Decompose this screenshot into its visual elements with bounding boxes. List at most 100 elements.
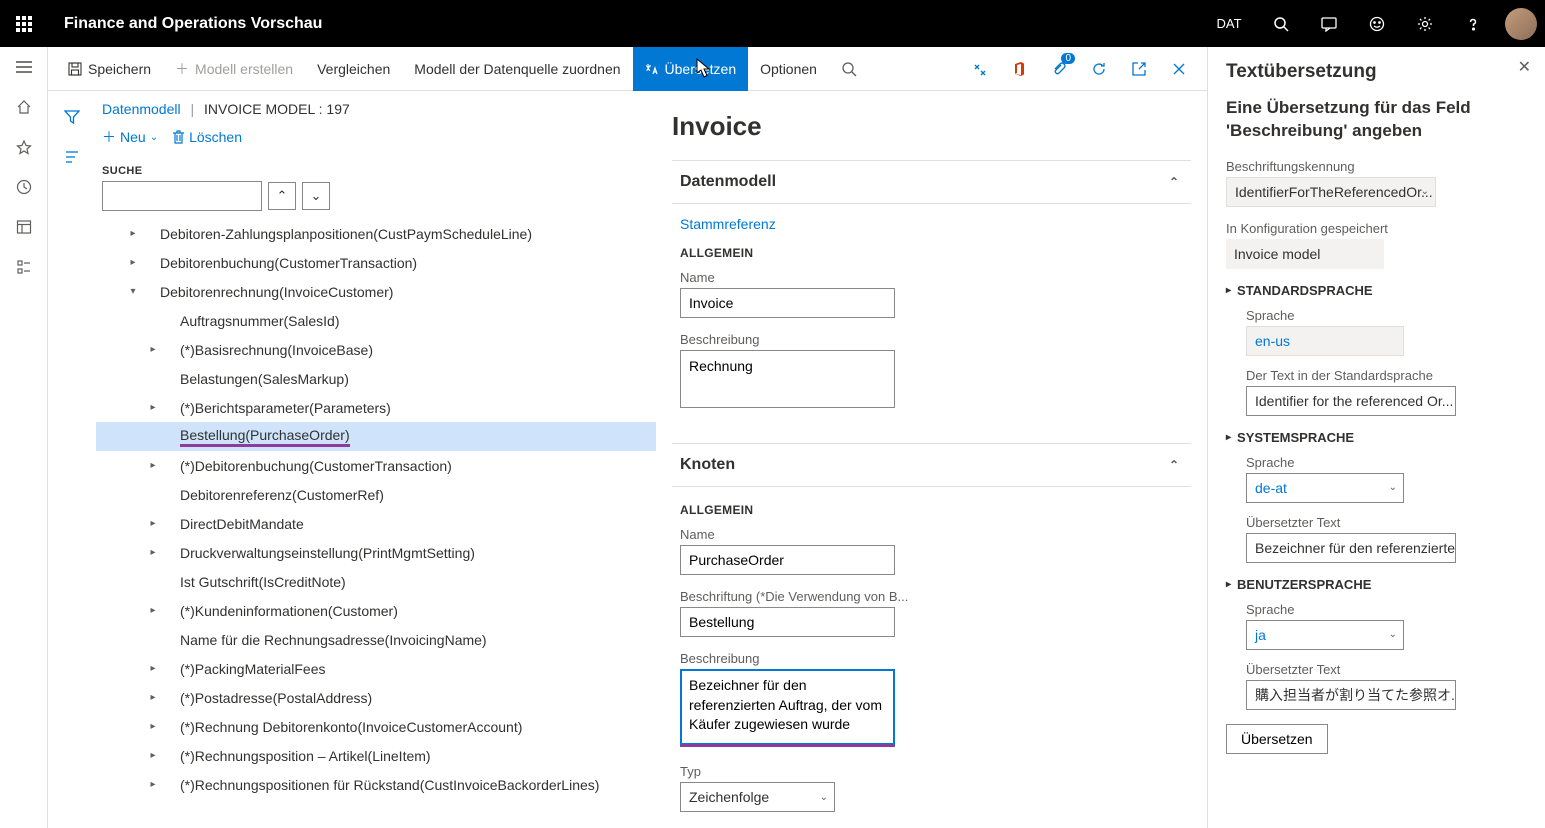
type-select[interactable]: Zeichenfolge⌄ <box>680 782 835 812</box>
trash-icon <box>172 130 185 144</box>
tree-node[interactable]: ▸(*)Basisrechnung(InvoiceBase) <box>96 335 656 364</box>
system-lang-select[interactable]: de-at⌄ <box>1246 473 1404 503</box>
model-create-label: Modell erstellen <box>195 61 293 77</box>
caption-input[interactable] <box>680 607 895 637</box>
section-datamodel-header[interactable]: Datenmodell ⌃ <box>672 160 1191 204</box>
filter-icon[interactable] <box>56 101 88 133</box>
tree-node[interactable]: ▸DirectDebitMandate <box>96 509 656 538</box>
tree-node[interactable]: ▸(*)Kundeninformationen(Customer) <box>96 596 656 625</box>
attachments-icon[interactable]: 0 <box>1039 47 1079 91</box>
tree-node[interactable]: ▸(*)Rechnungspositionen für Rückstand(Cu… <box>96 770 656 799</box>
messages-icon[interactable] <box>1305 0 1353 48</box>
tree-node[interactable]: ▸(*)Debitorenbuchung(CustomerTransaction… <box>96 451 656 480</box>
tree-node[interactable]: ▸(*)Berichtsparameter(Parameters) <box>96 393 656 422</box>
popout-icon[interactable] <box>1119 47 1159 91</box>
compare-button[interactable]: Vergleichen <box>305 47 402 91</box>
settings-icon[interactable] <box>1401 0 1449 48</box>
caret-icon: ▸ <box>146 344 160 355</box>
home-icon[interactable] <box>0 87 48 127</box>
tree-scroll[interactable]: ▸Debitoren-Zahlungsplanpositionen(CustPa… <box>96 219 656 828</box>
chevron-down-icon: ⌄ <box>1389 482 1397 493</box>
tree-node[interactable]: Ist Gutschrift(IsCreditNote) <box>96 567 656 596</box>
search-input[interactable] <box>102 181 262 211</box>
map-datasource-button[interactable]: Modell der Datenquelle zuordnen <box>402 47 632 91</box>
caret-icon: ▸ <box>146 692 160 703</box>
app-launcher[interactable] <box>0 0 48 48</box>
plus-icon: ＋ <box>102 127 116 147</box>
tree-node[interactable]: Belastungen(SalesMarkup) <box>96 364 656 393</box>
new-button[interactable]: ＋Neu⌄ <box>102 127 158 147</box>
refresh-icon[interactable] <box>1079 47 1119 91</box>
tree-node[interactable]: ▸Druckverwaltungseinstellung(PrintMgmtSe… <box>96 538 656 567</box>
tree-node-label: Name für die Rechnungsadresse(InvoicingN… <box>160 632 487 648</box>
search-label: SUCHE <box>96 151 656 181</box>
tree-node[interactable]: ▸(*)Rechnungsposition – Artikel(LineItem… <box>96 741 656 770</box>
workspaces-icon[interactable] <box>0 207 48 247</box>
tree-node[interactable]: Bestellung(PurchaseOrder) <box>96 422 656 451</box>
search-icon[interactable] <box>1257 0 1305 48</box>
tree-node[interactable]: Auftragsnummer(SalesId) <box>96 306 656 335</box>
translate-label: Übersetzen <box>665 61 737 77</box>
tree-node[interactable]: Name für die Rechnungsadresse(InvoicingN… <box>96 625 656 654</box>
caption-label: Beschriftung (*Die Verwendung von B... <box>680 589 1183 604</box>
delete-button[interactable]: Löschen <box>172 129 242 145</box>
model-create-button[interactable]: ＋Modell erstellen <box>163 47 305 91</box>
translate-button[interactable]: Übersetzen <box>633 47 749 91</box>
user-text-value[interactable]: 購入担当者が割り当てた参照オ... <box>1246 680 1456 710</box>
user-lang-header[interactable]: ▸BENUTZERSPRACHE <box>1226 577 1527 592</box>
user-avatar[interactable] <box>1497 0 1545 48</box>
tree-node-label: (*)Berichtsparameter(Parameters) <box>160 400 391 416</box>
node-description-input[interactable] <box>680 669 895 747</box>
description-input[interactable] <box>680 350 895 408</box>
label-id-field[interactable]: IdentifierForTheReferencedOr...⌄ <box>1226 177 1436 207</box>
type-label: Typ <box>680 764 1183 779</box>
cmdbar-search-icon[interactable] <box>829 47 869 91</box>
nav-toggle-icon[interactable] <box>0 47 48 87</box>
tree-node[interactable]: ▸(*)Rechnung Debitorenkonto(InvoiceCusto… <box>96 712 656 741</box>
tree-node[interactable]: Debitorenreferenz(CustomerRef) <box>96 480 656 509</box>
company-picker[interactable]: DAT <box>1205 0 1253 48</box>
panel-subtitle: Eine Übersetzung für das Feld 'Beschreib… <box>1226 97 1527 143</box>
detail-title: Invoice <box>672 111 1191 142</box>
chevron-down-icon: ⌄ <box>1389 629 1397 640</box>
system-text-value[interactable]: Bezeichner für den referenzierte... <box>1246 533 1456 563</box>
close-panel-icon[interactable]: ✕ <box>1518 57 1531 77</box>
filter-column <box>48 91 96 828</box>
modules-icon[interactable] <box>0 247 48 287</box>
default-lang-header[interactable]: ▸STANDARDSPRACHE <box>1226 283 1527 298</box>
search-prev-icon[interactable]: ⌃ <box>268 182 296 210</box>
tree-node[interactable]: ▸(*)PackingMaterialFees <box>96 654 656 683</box>
root-reference-link[interactable]: Stammreferenz <box>680 216 776 232</box>
user-lang-select[interactable]: ja⌄ <box>1246 620 1404 650</box>
options-button[interactable]: Optionen <box>748 47 829 91</box>
name-input[interactable] <box>680 288 895 318</box>
save-label: Speichern <box>88 61 151 77</box>
search-next-icon[interactable]: ⌄ <box>302 182 330 210</box>
personalize-icon[interactable] <box>959 47 999 91</box>
tree-node[interactable]: ▾Debitorenrechnung(InvoiceCustomer) <box>96 277 656 306</box>
save-button[interactable]: Speichern <box>56 47 163 91</box>
panel-title: Textübersetzung <box>1226 61 1527 83</box>
tree-node-label: (*)Rechnungspositionen für Rückstand(Cus… <box>160 777 599 793</box>
favorites-icon[interactable] <box>0 127 48 167</box>
default-text-value[interactable]: Identifier for the referenced Or... <box>1246 386 1456 416</box>
node-name-input[interactable] <box>680 545 895 575</box>
breadcrumb-root[interactable]: Datenmodell <box>102 101 181 117</box>
system-lang-header[interactable]: ▸SYSTEMSPRACHE <box>1226 430 1527 445</box>
sort-icon[interactable] <box>56 141 88 173</box>
tree-node[interactable]: ▸Debitorenbuchung(CustomerTransaction) <box>96 248 656 277</box>
save-icon <box>68 62 82 76</box>
recent-icon[interactable] <box>0 167 48 207</box>
help-icon[interactable] <box>1449 0 1497 48</box>
translate-action-button[interactable]: Übersetzen <box>1226 724 1328 754</box>
tree-node[interactable]: ▸Debitoren-Zahlungsplanpositionen(CustPa… <box>96 219 656 248</box>
caret-icon: ▾ <box>126 286 140 297</box>
language-label-2: Sprache <box>1246 455 1527 470</box>
office-icon[interactable] <box>999 47 1039 91</box>
caret-icon: ▸ <box>126 257 140 268</box>
tree-node[interactable]: ▸(*)Postadresse(PostalAddress) <box>96 683 656 712</box>
close-form-icon[interactable] <box>1159 47 1199 91</box>
section-node-header[interactable]: Knoten ⌃ <box>672 443 1191 487</box>
feedback-icon[interactable] <box>1353 0 1401 48</box>
caret-icon: ▸ <box>146 721 160 732</box>
